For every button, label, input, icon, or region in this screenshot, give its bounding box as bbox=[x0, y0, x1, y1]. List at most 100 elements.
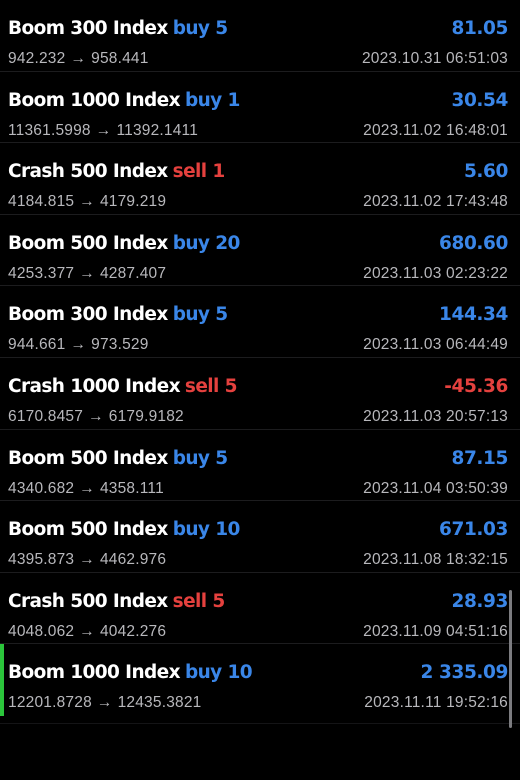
deal-row[interactable]: Boom 1000 Index buy 1 30.54 11361.5998 → 11… bbox=[0, 72, 520, 144]
arrow-right-icon: → bbox=[70, 336, 87, 354]
deal-title: Crash 1000 Index sell 5 bbox=[8, 376, 237, 397]
selected-indicator bbox=[0, 644, 4, 716]
deal-prices: 4048.062 → 4042.276 bbox=[8, 623, 166, 641]
deal-time: 2023.11.09 04:51:16 bbox=[363, 622, 508, 640]
scrollbar[interactable] bbox=[509, 590, 512, 728]
deal-row[interactable]: Boom 300 Index buy 5 81.05 942.232 → 958.44… bbox=[0, 0, 520, 72]
deal-time: 2023.11.02 16:48:01 bbox=[363, 121, 508, 139]
close-price: 12435.3821 bbox=[117, 694, 202, 712]
open-price: 942.232 bbox=[8, 50, 66, 67]
deal-symbol: Boom 1000 Index bbox=[8, 89, 181, 111]
deal-prices: 11361.5998 → 11392.1411 bbox=[8, 122, 198, 140]
deal-prices: 4340.682 → 4358.111 bbox=[8, 480, 164, 498]
open-price: 4395.873 bbox=[8, 551, 75, 569]
open-price: 12201.8728 bbox=[8, 694, 92, 712]
deal-symbol: Boom 300 Index bbox=[8, 18, 168, 39]
arrow-right-icon: → bbox=[79, 264, 95, 282]
arrow-right-icon: → bbox=[79, 551, 95, 569]
deal-prices: 942.232 → 958.441 bbox=[8, 50, 149, 68]
deal-row[interactable]: Boom 500 Index buy 20 680.60 4253.377 → 428… bbox=[0, 215, 520, 287]
deal-row[interactable]: Crash 500 Index sell 1 5.60 4184.815 → 4179… bbox=[0, 143, 520, 215]
deal-title: Boom 300 Index buy 5 bbox=[8, 304, 228, 326]
deal-profit: 680.60 bbox=[439, 232, 508, 254]
deal-row[interactable]: Crash 1000 Index sell 5 -45.36 6170.8457 →… bbox=[0, 358, 520, 430]
deal-profit: 5.60 bbox=[463, 161, 508, 183]
deal-direction: buy 5 bbox=[172, 447, 228, 469]
selected-indicator bbox=[0, 501, 4, 572]
deal-profit: 2 335.09 bbox=[420, 662, 508, 684]
selected-indicator bbox=[0, 0, 4, 71]
deal-time: 2023.11.03 02:23:22 bbox=[363, 264, 508, 282]
deal-prices: 12201.8728 → 12435.3821 bbox=[8, 694, 201, 712]
deal-symbol: Boom 500 Index bbox=[8, 519, 168, 541]
selected-indicator bbox=[0, 72, 4, 143]
deal-title: Crash 500 Index sell 5 bbox=[8, 591, 225, 612]
deal-title: Boom 500 Index buy 20 bbox=[8, 233, 240, 254]
deal-profit: -45.36 bbox=[444, 375, 508, 397]
deal-direction: buy 10 bbox=[184, 662, 253, 684]
deal-title: Boom 500 Index buy 5 bbox=[8, 447, 228, 469]
deal-prices: 6170.8457 → 6179.9182 bbox=[8, 408, 184, 426]
selected-indicator bbox=[0, 573, 4, 644]
deal-symbol: Boom 500 Index bbox=[8, 447, 168, 469]
close-price: 4358.111 bbox=[99, 479, 164, 497]
deal-symbol: Boom 300 Index bbox=[8, 304, 168, 326]
deals-history-list: Boom 300 Index buy 5 81.05 942.232 → 958.44… bbox=[0, 0, 520, 716]
deal-row[interactable]: Boom 300 Index buy 5 144.34 944.661 → 973.5… bbox=[0, 286, 520, 358]
deal-row[interactable]: Boom 1000 Index buy 10 2 335.09 12201.872… bbox=[0, 644, 520, 716]
open-price: 4253.377 bbox=[8, 264, 75, 282]
deal-title: Crash 500 Index sell 1 bbox=[8, 161, 225, 182]
deal-time: 2023.11.03 06:44:49 bbox=[363, 336, 508, 354]
deal-symbol: Crash 500 Index bbox=[8, 590, 168, 612]
deal-direction: buy 20 bbox=[172, 232, 241, 254]
open-price: 4340.682 bbox=[8, 479, 75, 497]
arrow-right-icon: → bbox=[79, 622, 95, 640]
deal-title: Boom 1000 Index buy 10 bbox=[8, 662, 253, 684]
arrow-right-icon: → bbox=[70, 50, 87, 67]
deal-symbol: Boom 1000 Index bbox=[8, 662, 181, 684]
deal-time: 2023.10.31 06:51:03 bbox=[361, 50, 508, 67]
deal-row[interactable]: Crash 500 Index sell 5 28.93 4048.062 → 404… bbox=[0, 573, 520, 645]
deal-direction: sell 5 bbox=[184, 375, 238, 397]
open-price: 11361.5998 bbox=[8, 121, 91, 139]
deal-row[interactable]: Boom 500 Index buy 5 87.15 4340.682 → 4358.… bbox=[0, 430, 520, 502]
deal-profit: 28.93 bbox=[451, 590, 508, 612]
selected-indicator bbox=[0, 143, 4, 214]
deal-profit: 144.34 bbox=[439, 304, 508, 326]
close-price: 4462.976 bbox=[99, 551, 167, 569]
deal-profit: 30.54 bbox=[451, 89, 508, 111]
close-price: 6179.9182 bbox=[108, 407, 184, 425]
close-price: 4179.219 bbox=[99, 193, 167, 211]
open-price: 4184.815 bbox=[8, 193, 75, 211]
deal-profit: 671.03 bbox=[439, 519, 508, 541]
deal-direction: buy 1 bbox=[184, 89, 240, 111]
deal-title: Boom 500 Index buy 10 bbox=[8, 519, 240, 540]
arrow-right-icon: → bbox=[88, 407, 104, 425]
deal-symbol: Crash 500 Index bbox=[8, 161, 168, 183]
deal-symbol: Boom 500 Index bbox=[8, 232, 168, 254]
list-bottom-divider bbox=[0, 723, 520, 724]
deal-prices: 944.661 → 973.529 bbox=[8, 336, 149, 354]
deal-row[interactable]: Boom 500 Index buy 10 671.03 4395.873 → 446… bbox=[0, 501, 520, 573]
open-price: 6170.8457 bbox=[8, 407, 84, 425]
selected-indicator bbox=[0, 286, 4, 357]
deal-time: 2023.11.08 18:32:15 bbox=[363, 551, 508, 569]
deal-time: 2023.11.03 20:57:13 bbox=[363, 407, 508, 425]
deal-prices: 4253.377 → 4287.407 bbox=[8, 265, 166, 283]
arrow-right-icon: → bbox=[96, 694, 113, 712]
deal-direction: buy 10 bbox=[172, 519, 241, 541]
deal-title: Boom 300 Index buy 5 bbox=[8, 18, 228, 39]
deal-time: 2023.11.11 19:52:16 bbox=[364, 694, 508, 712]
selected-indicator bbox=[0, 358, 4, 429]
close-price: 4042.276 bbox=[99, 622, 167, 640]
arrow-right-icon: → bbox=[79, 479, 95, 497]
open-price: 4048.062 bbox=[8, 622, 75, 640]
close-price: 4287.407 bbox=[99, 264, 167, 282]
deal-direction: sell 5 bbox=[172, 590, 226, 612]
deal-profit: 81.05 bbox=[451, 18, 508, 39]
deal-symbol: Crash 1000 Index bbox=[8, 375, 181, 397]
deal-prices: 4184.815 → 4179.219 bbox=[8, 193, 166, 211]
deal-title: Boom 1000 Index buy 1 bbox=[8, 90, 240, 111]
deal-direction: sell 1 bbox=[172, 161, 226, 183]
selected-indicator bbox=[0, 430, 4, 501]
